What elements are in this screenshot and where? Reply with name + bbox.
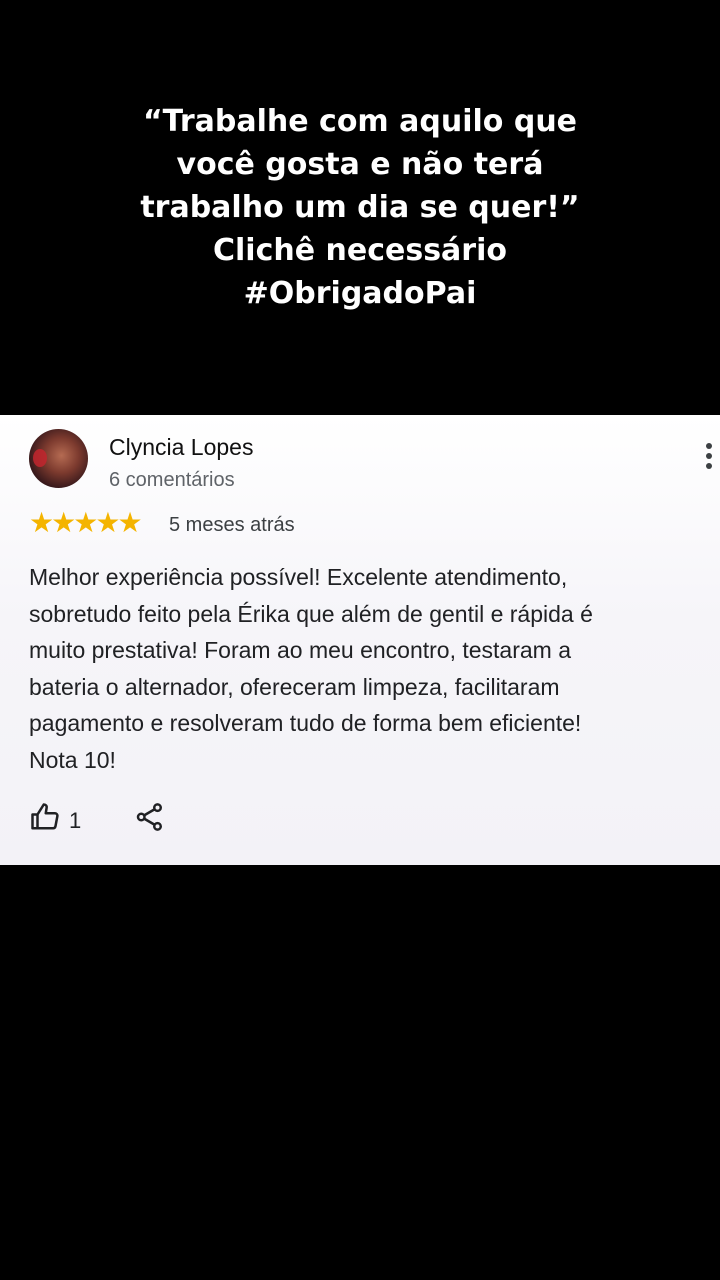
like-button[interactable]: 1	[29, 800, 89, 836]
review-text-line: muito prestativa! Foram ao meu encontro,…	[29, 637, 572, 663]
more-vert-icon	[706, 443, 712, 449]
review-text-line: pagamento e resolveram tudo de forma bem…	[29, 710, 582, 736]
thumbs-up-icon	[31, 803, 59, 830]
caption-line: “Trabalhe com aquilo que	[142, 104, 578, 139]
review-date: 5 meses atrás	[169, 514, 295, 536]
caption-line: trabalho um dia se quer!”	[140, 190, 580, 225]
more-vert-icon-dot	[706, 453, 712, 459]
review-text-line: sobretudo feito pela Érika que além de g…	[29, 600, 593, 627]
more-options-button[interactable]	[700, 440, 720, 472]
review-text-line: bateria o alternador, ofereceram limpeza…	[29, 673, 560, 700]
star-icon: ★	[117, 507, 143, 538]
reviewer-review-count: 6 comentários	[109, 469, 235, 491]
reviewer-name[interactable]: Clyncia Lopes	[109, 434, 253, 461]
share-icon	[136, 803, 162, 831]
caption-hashtag: #ObrigadoPai	[243, 276, 477, 311]
caption-line: Clichê necessário	[213, 233, 507, 268]
review-text-line: Melhor experiência possível! Excelente a…	[29, 564, 568, 590]
star-rating: ★★★★★	[29, 507, 143, 538]
more-vert-icon-dot	[706, 463, 712, 469]
reviewer-avatar[interactable]	[29, 429, 88, 488]
review-text-line: Nota 10!	[29, 746, 116, 773]
avatar-photo-detail	[33, 449, 47, 467]
caption-line: você gosta e não terá	[176, 147, 544, 182]
video-caption: “Trabalhe com aquilo que você gosta e nã…	[0, 100, 720, 315]
review-text: Melhor experiência possível! Excelente a…	[29, 559, 709, 778]
like-count: 1	[69, 808, 82, 833]
share-button[interactable]	[135, 802, 165, 832]
